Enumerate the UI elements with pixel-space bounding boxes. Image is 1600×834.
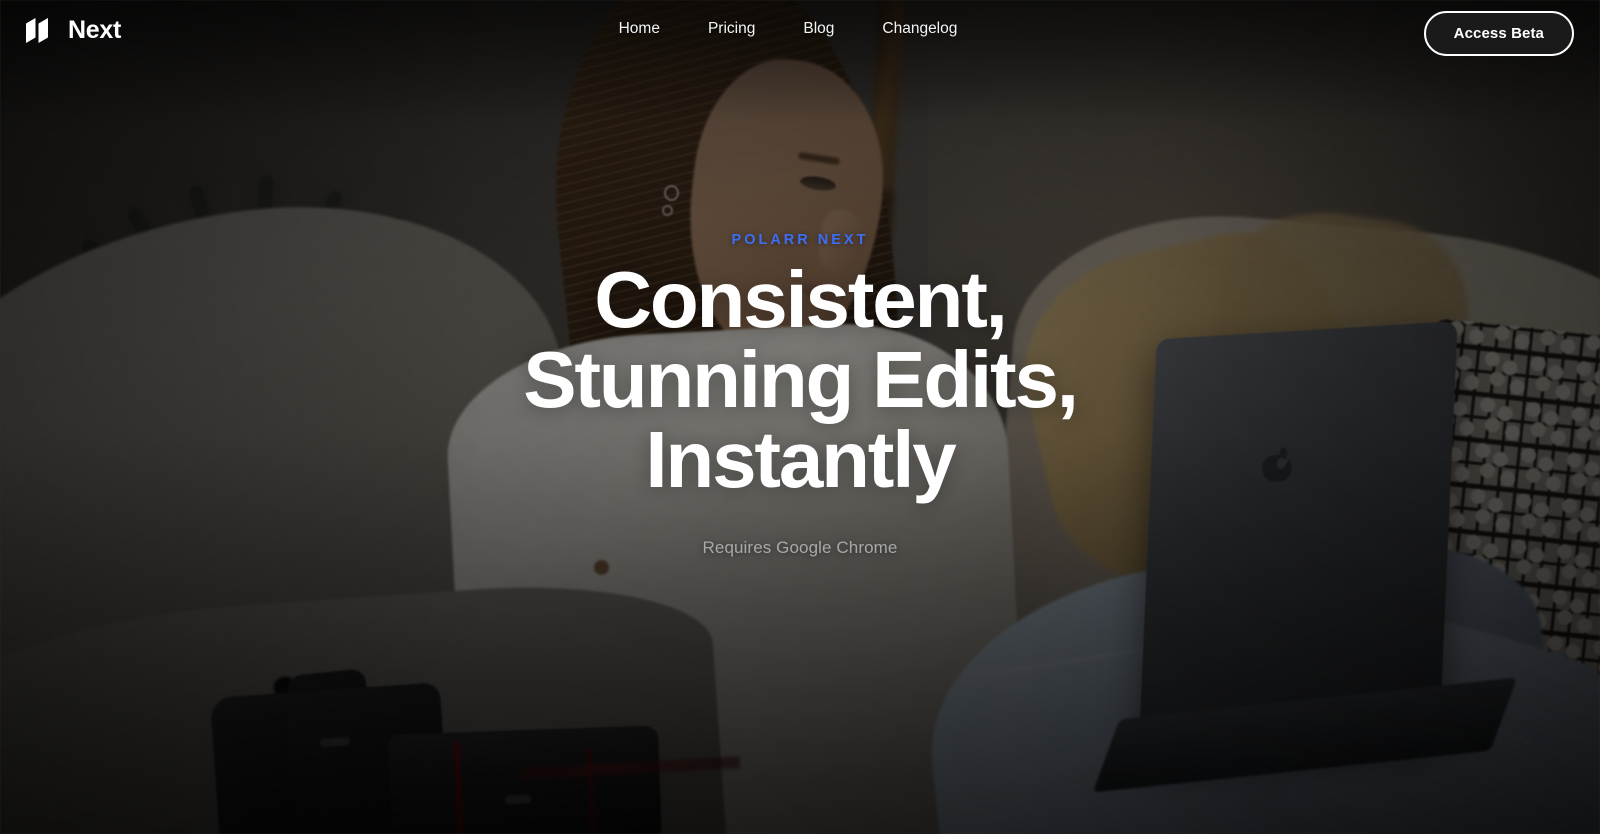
nav-link-pricing[interactable]: Pricing <box>684 20 779 38</box>
headline-line-2: Stunning Edits, <box>523 335 1079 424</box>
nav-link-changelog[interactable]: Changelog <box>858 20 981 38</box>
headline-line-3: Instantly <box>645 415 956 504</box>
hero-eyebrow: POLARR NEXT <box>731 232 869 248</box>
hero-content: POLARR NEXT Consistent, Stunning Edits, … <box>0 232 1600 558</box>
top-navigation-bar: Next Home Pricing Blog Changelog Access … <box>0 0 1600 67</box>
hero-subtext: Requires Google Chrome <box>702 538 898 557</box>
nav-link-home[interactable]: Home <box>619 20 684 38</box>
access-beta-button[interactable]: Access Beta <box>1423 11 1574 56</box>
headline-line-1: Consistent, <box>594 255 1008 344</box>
hero-section: Next Home Pricing Blog Changelog Access … <box>0 0 1600 834</box>
nav-link-blog[interactable]: Blog <box>779 20 858 38</box>
hero-headline: Consistent, Stunning Edits, Instantly <box>523 255 1079 504</box>
nav-links: Home Pricing Blog Changelog <box>0 20 1600 38</box>
